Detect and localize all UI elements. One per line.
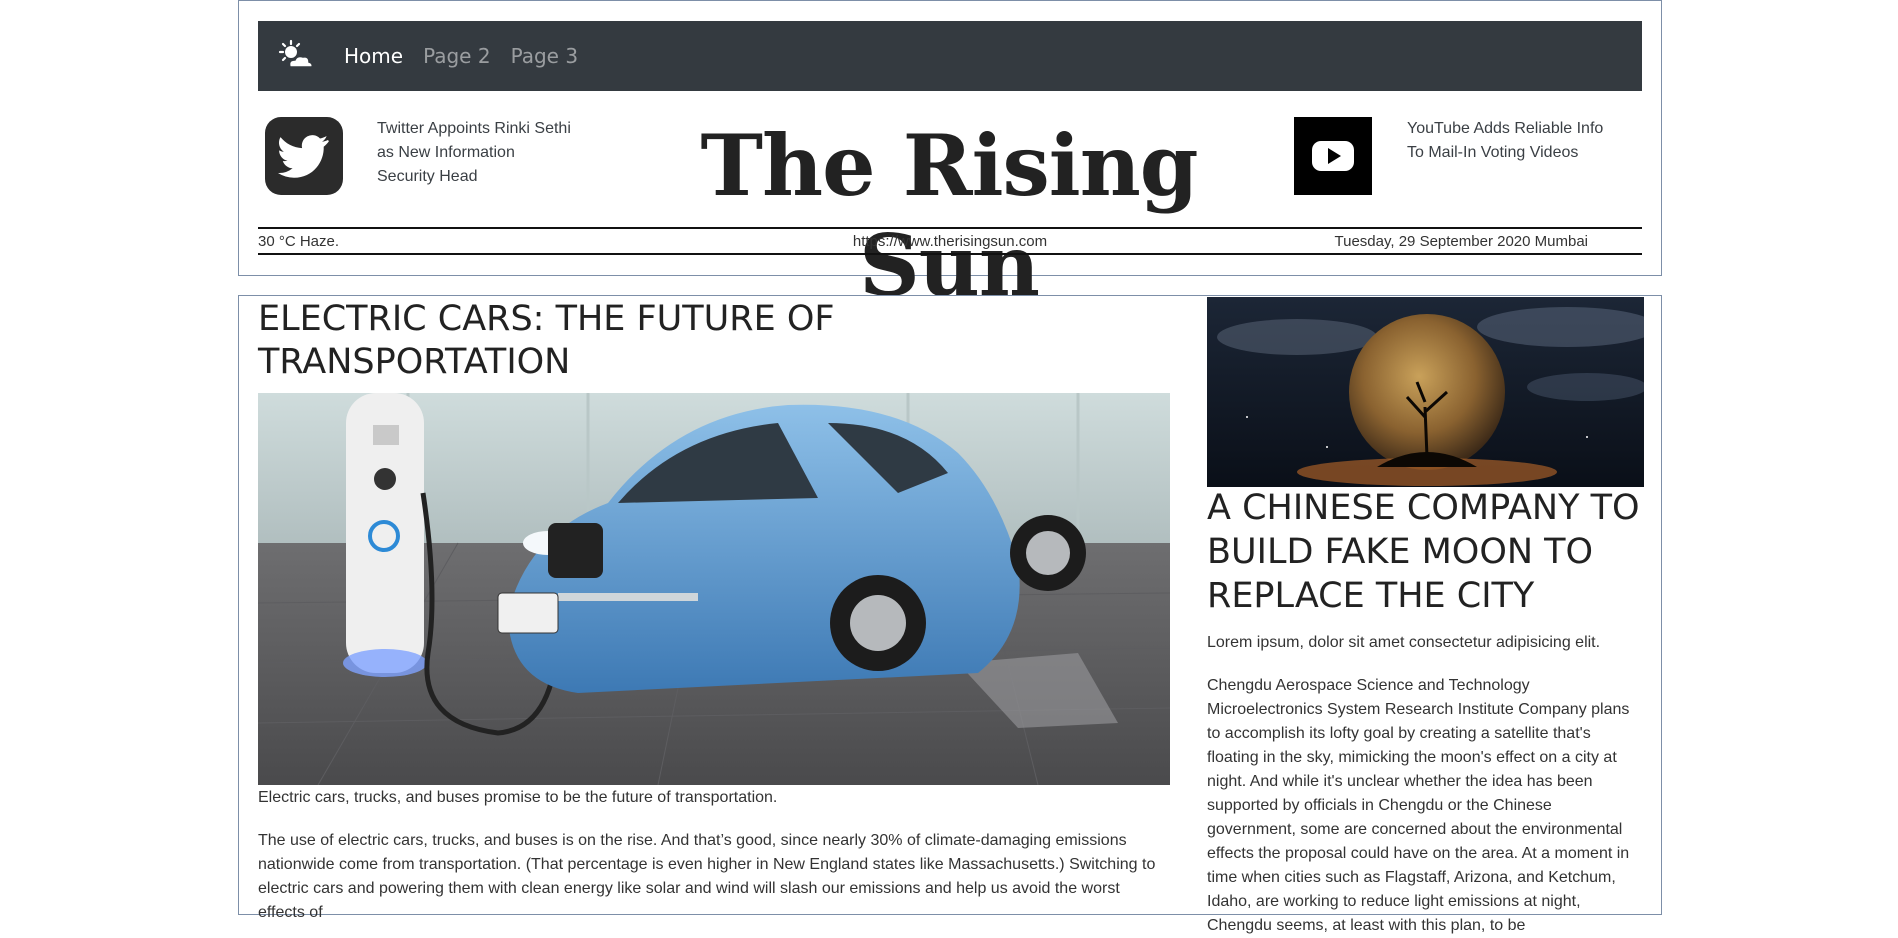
side-article-subtitle: Lorem ipsum, dolor sit amet consectetur …	[1207, 634, 1601, 651]
info-bar: 30 °C Haze. https://www.therisingsun.com…	[258, 232, 1588, 252]
lead-image-caption: Electric cars, trucks, and buses promise…	[258, 789, 778, 806]
navbar: Home Page 2 Page 3	[258, 21, 1642, 91]
nav-link-home[interactable]: Home	[344, 44, 403, 68]
nav-link-page-2[interactable]: Page 2	[423, 44, 491, 68]
sun-cloud-icon[interactable]	[276, 36, 316, 76]
date-text: Tuesday, 29 September 2020 Mumbai	[1334, 233, 1588, 250]
youtube-icon[interactable]	[1294, 117, 1372, 195]
twitter-headline[interactable]: Twitter Appoints Rinki Sethi as New Info…	[377, 117, 572, 189]
nav-link-page-3[interactable]: Page 3	[511, 44, 579, 68]
electric-car-image	[258, 393, 1170, 785]
lead-article-title[interactable]: ELECTRIC CARS: THE FUTURE OF TRANSPORTAT…	[258, 298, 998, 384]
divider	[258, 253, 1642, 255]
twitter-icon[interactable]	[265, 117, 343, 195]
divider	[258, 227, 1642, 229]
main-container: ELECTRIC CARS: THE FUTURE OF TRANSPORTAT…	[238, 295, 1662, 934]
header-container: Home Page 2 Page 3 Twitter Appoints Rink…	[238, 0, 1662, 315]
youtube-headline[interactable]: YouTube Adds Reliable Info To Mail-In Vo…	[1407, 117, 1607, 165]
lead-article-body: The use of electric cars, trucks, and bu…	[258, 832, 1156, 921]
side-article-body: Chengdu Aerospace Science and Technology…	[1207, 677, 1630, 934]
side-article-title[interactable]: A CHINESE COMPANY TO BUILD FAKE MOON TO …	[1207, 486, 1644, 618]
moon-image	[1207, 297, 1644, 487]
page-title: The Rising Sun	[700, 116, 1199, 315]
